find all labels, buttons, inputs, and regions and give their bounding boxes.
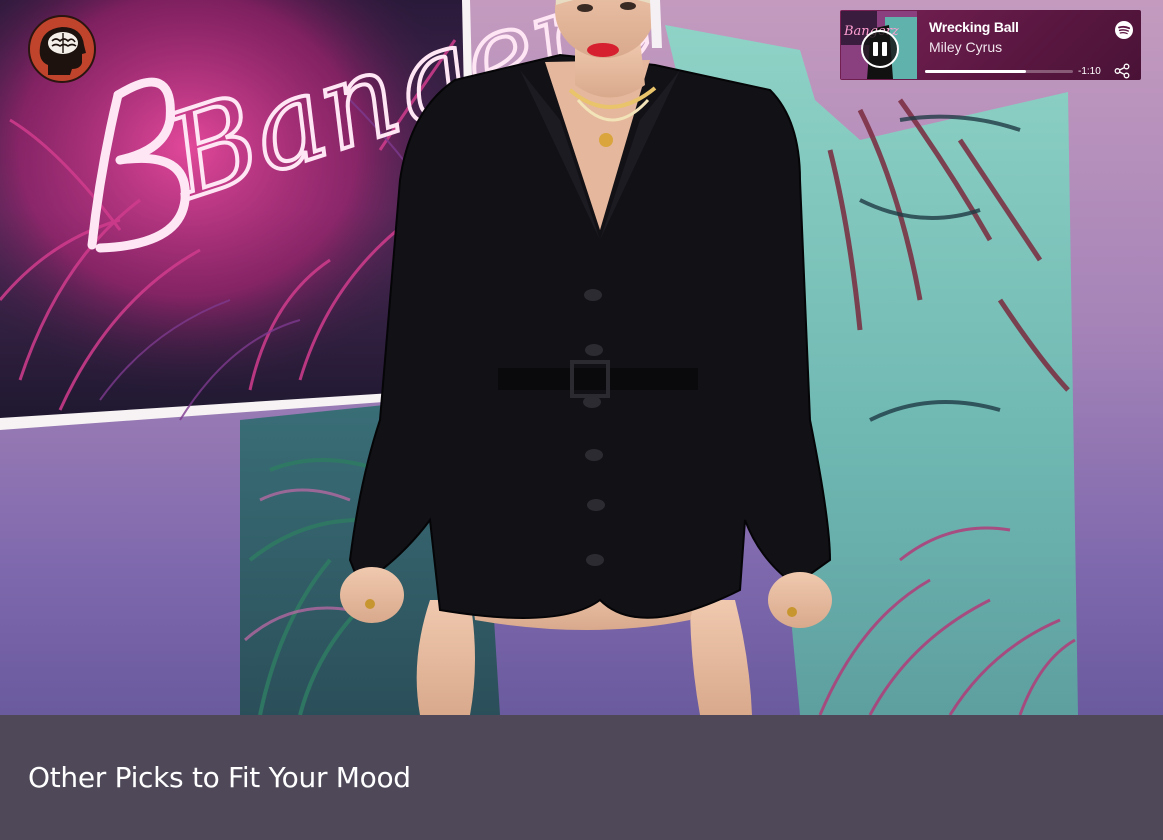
album-cover-artwork: Bangerz: [0, 0, 1163, 715]
caption-bar: Other Picks to Fit Your Mood: [0, 715, 1163, 840]
share-icon[interactable]: [1114, 63, 1130, 79]
pause-button[interactable]: [861, 30, 899, 68]
brain-head-icon[interactable]: [28, 15, 96, 83]
playback-progress-bar[interactable]: [925, 70, 1073, 73]
brain-head-glyph: [39, 27, 86, 75]
spotify-icon[interactable]: [1115, 21, 1133, 39]
embed-stage: Bangerz Wrecking Ball Miley Cyrus -1:10 …: [0, 0, 1163, 840]
playback-progress-fill: [925, 70, 1026, 73]
album-cover-illustration: Bangerz: [0, 0, 1078, 715]
spotify-mini-player: Bangerz Wrecking Ball Miley Cyrus -1:10: [840, 10, 1141, 80]
pause-icon-bar: [882, 42, 887, 56]
pause-icon: [873, 42, 878, 56]
album-art-thumbnail: Bangerz: [841, 11, 917, 79]
time-remaining: -1:10: [1078, 66, 1101, 77]
section-heading: Other Picks to Fit Your Mood: [28, 761, 411, 794]
track-artist[interactable]: Miley Cyrus: [929, 39, 1002, 55]
track-title[interactable]: Wrecking Ball: [929, 19, 1019, 35]
